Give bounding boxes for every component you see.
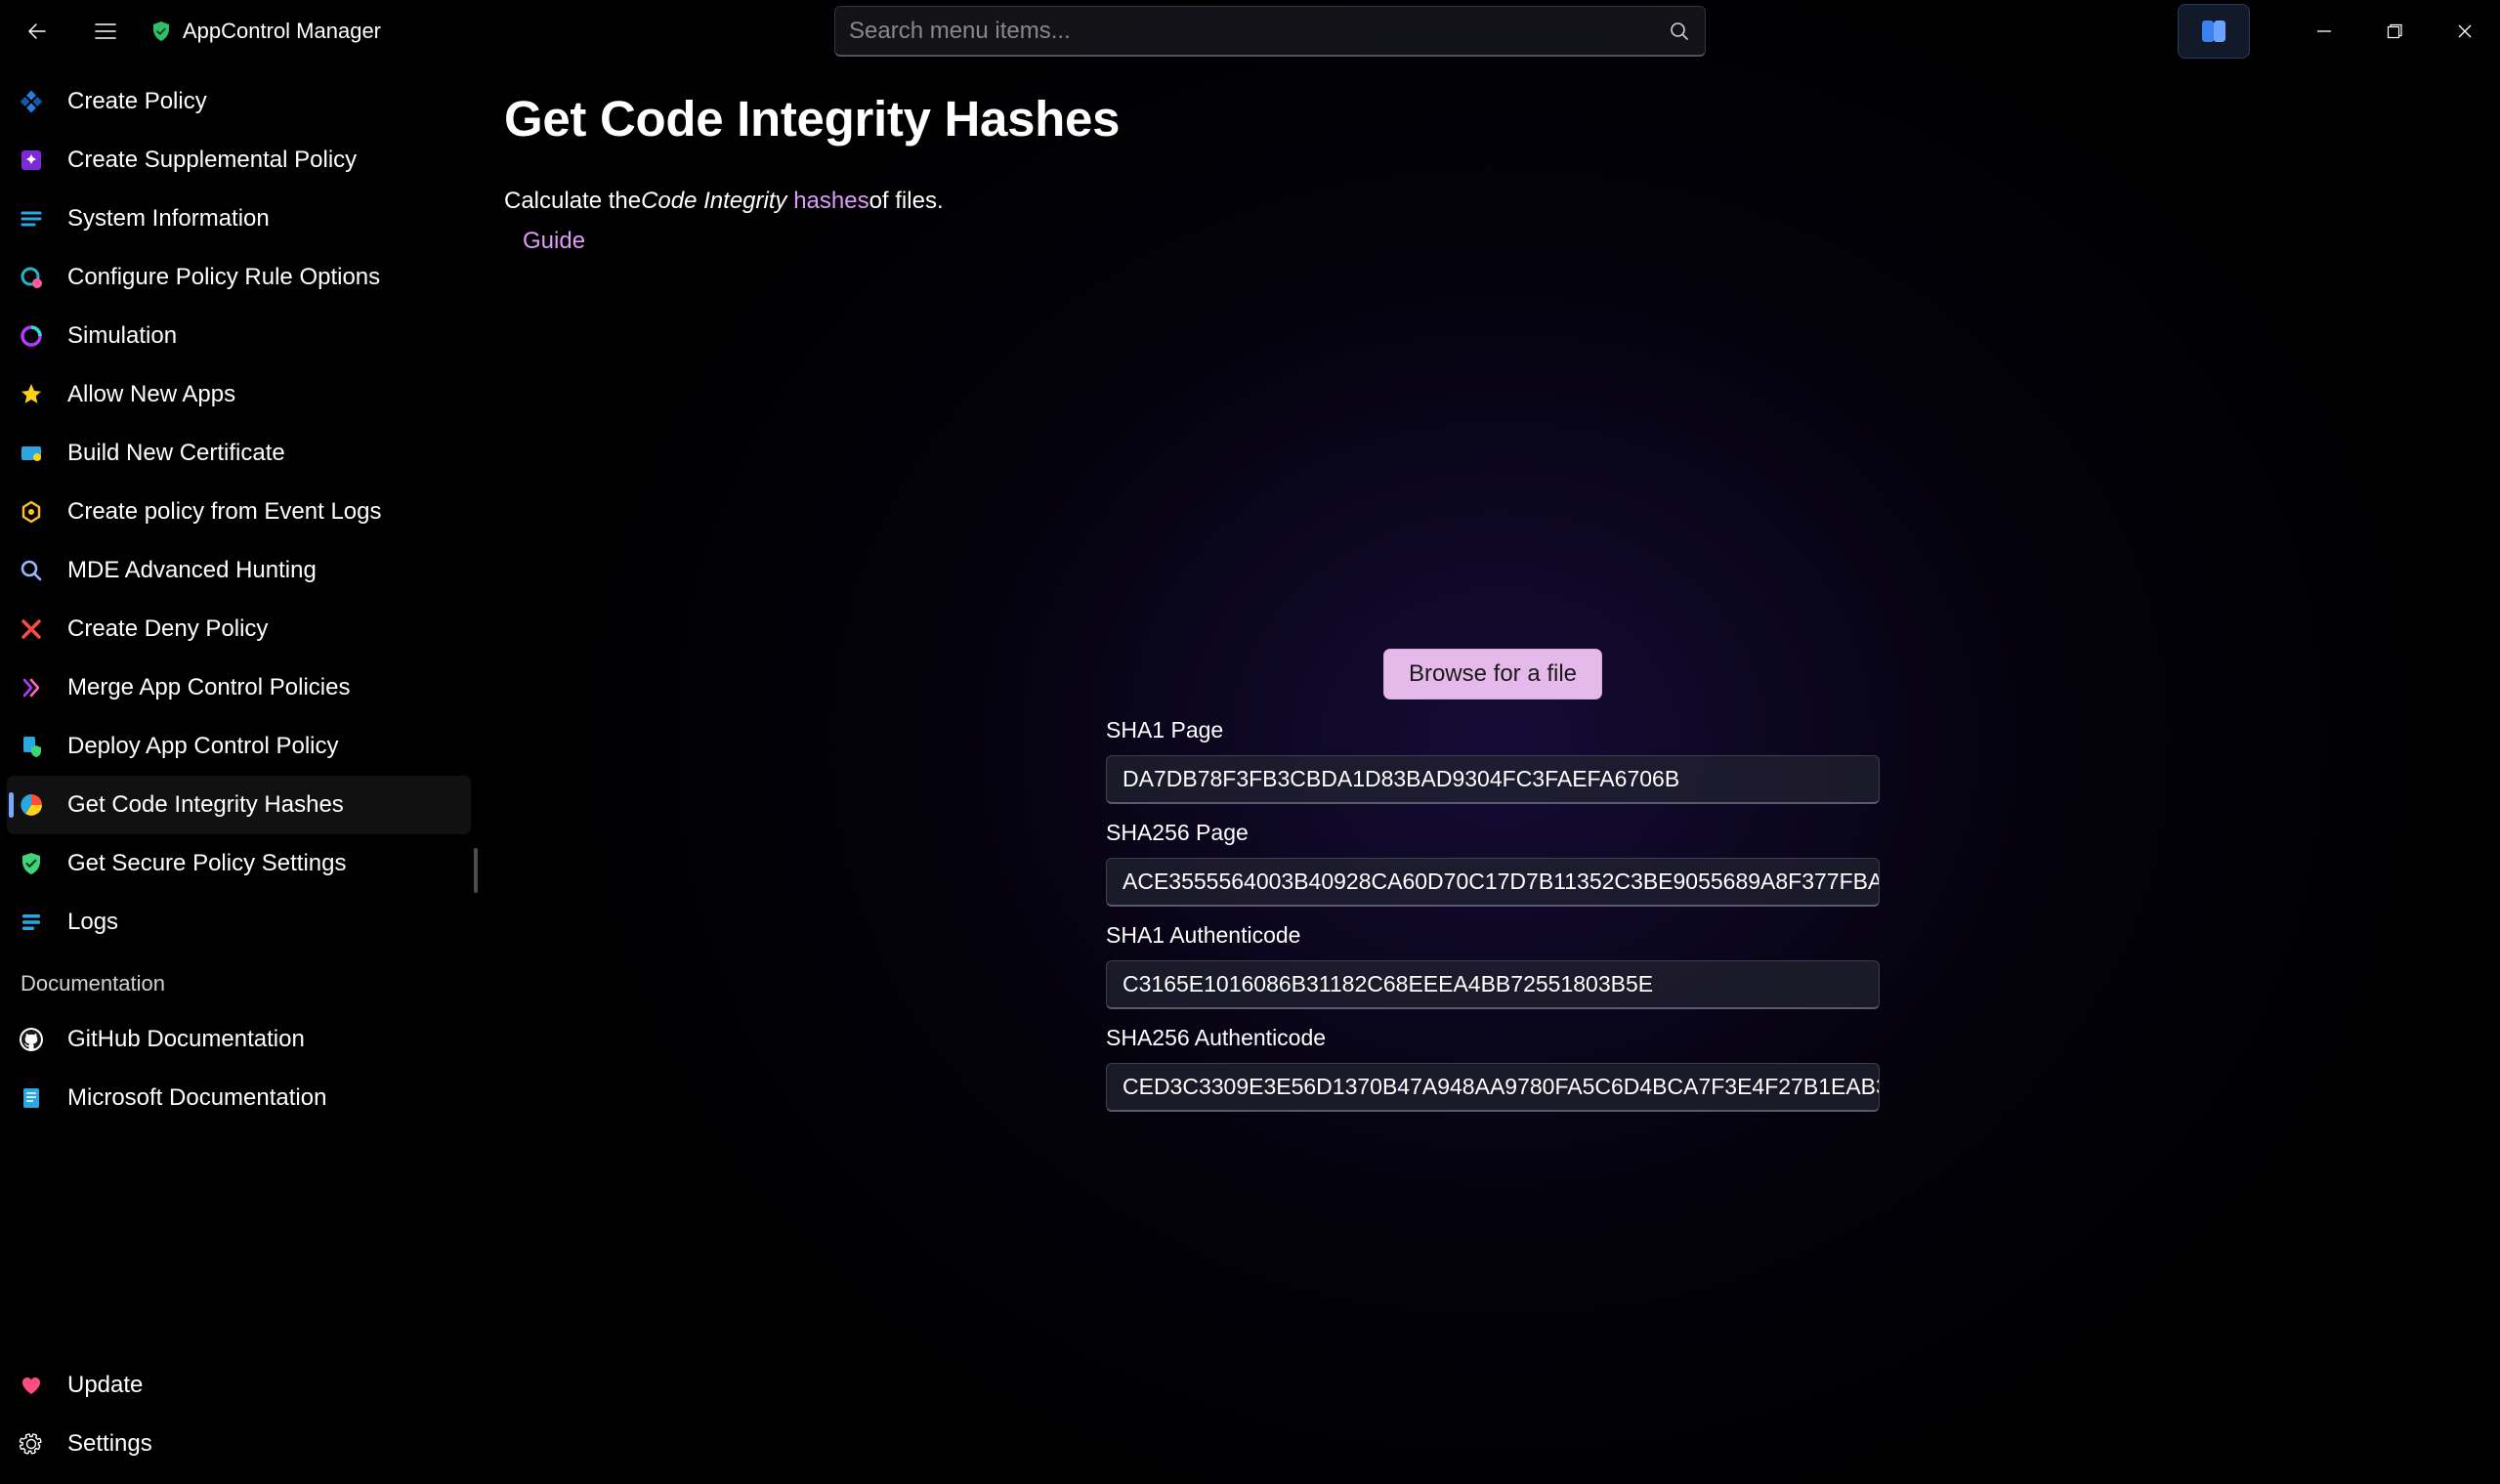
sidebar-item-label: GitHub Documentation (67, 1026, 305, 1053)
sidebar-item-label: Configure Policy Rule Options (67, 264, 380, 291)
copilot-icon (2197, 15, 2230, 48)
sidebar-item-label: Update (67, 1372, 143, 1399)
browse-file-button[interactable]: Browse for a file (1383, 649, 1602, 700)
sidebar-item-label: Simulation (67, 322, 177, 350)
gear-icon (17, 1429, 46, 1459)
heart-icon (17, 1371, 46, 1400)
sidebar-item-configure-policy-rule-options[interactable]: Configure Policy Rule Options (7, 248, 471, 307)
app-title: AppControl Manager (183, 19, 381, 44)
sidebar-item-merge-app-control-policies[interactable]: Merge App Control Policies (7, 658, 471, 717)
status-lines-icon (17, 204, 46, 233)
back-button[interactable] (7, 4, 67, 59)
sidebar-item-update[interactable]: Update (7, 1356, 471, 1415)
hash-field-value-sha256-authenticode[interactable]: CED3C3309E3E56D1370B47A948AA9780FA5C6D4B… (1106, 1063, 1880, 1112)
sidebar-item-create-policy[interactable]: Create Policy (7, 72, 471, 131)
bars-icon (17, 908, 46, 937)
cert-card-icon (17, 439, 46, 468)
desc-prefix: Calculate the (504, 188, 641, 215)
hash-field-label-sha256-page: SHA256 Page (1106, 820, 1880, 846)
pie-icon (17, 790, 46, 820)
desc-italic: Code Integrity (641, 188, 786, 215)
search-input[interactable] (849, 18, 1668, 45)
guide-link[interactable]: Guide (523, 228, 585, 255)
shield-check-icon (17, 849, 46, 878)
sidebar-scroll-thumb[interactable] (474, 848, 478, 893)
grid-diamond-icon (17, 87, 46, 116)
sidebar-item-create-supplemental-policy[interactable]: Create Supplemental Policy (7, 131, 471, 190)
sidebar-item-settings[interactable]: Settings (7, 1415, 471, 1473)
sidebar-item-create-policy-from-event-logs[interactable]: Create policy from Event Logs (7, 483, 471, 541)
sidebar-item-mde-advanced-hunting[interactable]: MDE Advanced Hunting (7, 541, 471, 600)
sidebar-item-label: Get Secure Policy Settings (67, 850, 346, 877)
hashes-link[interactable]: hashes (793, 188, 869, 215)
ring-icon (17, 321, 46, 351)
copilot-button[interactable] (2178, 4, 2250, 59)
sidebar-item-label: MDE Advanced Hunting (67, 557, 317, 584)
sidebar-item-allow-new-apps[interactable]: Allow New Apps (7, 365, 471, 424)
maximize-button[interactable] (2359, 4, 2430, 59)
sidebar-item-label: Settings (67, 1430, 152, 1458)
sidebar-item-label: Build New Certificate (67, 440, 285, 467)
arrows-merge-icon (17, 673, 46, 702)
sidebar-item-label: Create Policy (67, 88, 207, 115)
sidebar-item-build-new-certificate[interactable]: Build New Certificate (7, 424, 471, 483)
hash-field-value-sha1-page[interactable]: DA7DB78F3FB3CBDA1D83BAD9304FC3FAEFA6706B (1106, 755, 1880, 804)
hash-field-label-sha256-authenticode: SHA256 Authenticode (1106, 1025, 1880, 1051)
sidebar-item-label: Logs (67, 909, 118, 936)
page-title: Get Code Integrity Hashes (504, 90, 1120, 148)
sidebar-item-label: Create Deny Policy (67, 615, 268, 643)
sidebar-item-label: System Information (67, 205, 270, 233)
sidebar-item-logs[interactable]: Logs (7, 893, 471, 952)
sidebar-item-label: Create policy from Event Logs (67, 498, 381, 526)
close-icon (2456, 22, 2474, 40)
sidebar-item-label: Microsoft Documentation (67, 1084, 326, 1112)
gear-puzzle-icon (17, 263, 46, 292)
sidebar-item-create-deny-policy[interactable]: Create Deny Policy (7, 600, 471, 658)
sidebar-item-label: Deploy App Control Policy (67, 733, 338, 760)
minimize-button[interactable] (2289, 4, 2359, 59)
minimize-icon (2315, 22, 2333, 40)
description-line: Calculate the Code Integrity hashes of f… (504, 188, 944, 215)
star-icon (17, 380, 46, 409)
github-icon (17, 1025, 46, 1054)
maximize-icon (2386, 22, 2403, 40)
hash-field-label-sha1-authenticode: SHA1 Authenticode (1106, 922, 1880, 949)
app-shield-icon (149, 20, 173, 43)
desc-suffix: of files. (869, 188, 944, 215)
search-icon[interactable] (1668, 20, 1691, 43)
magnifier-icon (17, 556, 46, 585)
hamburger-button[interactable] (75, 4, 136, 59)
sidebar-item-microsoft-documentation[interactable]: Microsoft Documentation (7, 1069, 471, 1127)
doc-lines-icon (17, 1083, 46, 1113)
sidebar-item-label: Get Code Integrity Hashes (67, 791, 344, 819)
sidebar-section-documentation: Documentation (7, 952, 477, 1010)
hash-field-label-sha1-page: SHA1 Page (1106, 717, 1880, 743)
hamburger-icon (94, 22, 117, 40)
x-cross-icon (17, 615, 46, 644)
titlebar: AppControl Manager (0, 0, 2500, 62)
sidebar-item-label: Allow New Apps (67, 381, 235, 408)
sidebar-item-github-documentation[interactable]: GitHub Documentation (7, 1010, 471, 1069)
sidebar-item-simulation[interactable]: Simulation (7, 307, 471, 365)
sidebar: Create Policy Create Supplemental Policy S… (0, 62, 483, 1484)
doc-shield-icon (17, 732, 46, 761)
close-button[interactable] (2430, 4, 2500, 59)
sidebar-item-get-secure-policy-settings[interactable]: Get Secure Policy Settings (7, 834, 471, 893)
arrow-left-icon (25, 20, 49, 43)
search-container (834, 6, 1706, 57)
app-identity: AppControl Manager (144, 19, 387, 44)
sidebar-item-label: Merge App Control Policies (67, 674, 350, 701)
hash-field-value-sha256-page[interactable]: ACE3555564003B40928CA60D70C17D7B11352C3B… (1106, 858, 1880, 907)
hash-field-value-sha1-authenticode[interactable]: C3165E1016086B31182C68EEEA4BB72551803B5E (1106, 960, 1880, 1009)
hex-dot-icon (17, 497, 46, 527)
main-content: Get Code Integrity Hashes Calculate the … (483, 62, 2500, 1484)
sparkle-plus-icon (17, 146, 46, 175)
sidebar-item-get-code-integrity-hashes[interactable]: Get Code Integrity Hashes (7, 776, 471, 834)
sidebar-item-deploy-app-control-policy[interactable]: Deploy App Control Policy (7, 717, 471, 776)
sidebar-item-system-information[interactable]: System Information (7, 190, 471, 248)
sidebar-item-label: Create Supplemental Policy (67, 147, 357, 174)
